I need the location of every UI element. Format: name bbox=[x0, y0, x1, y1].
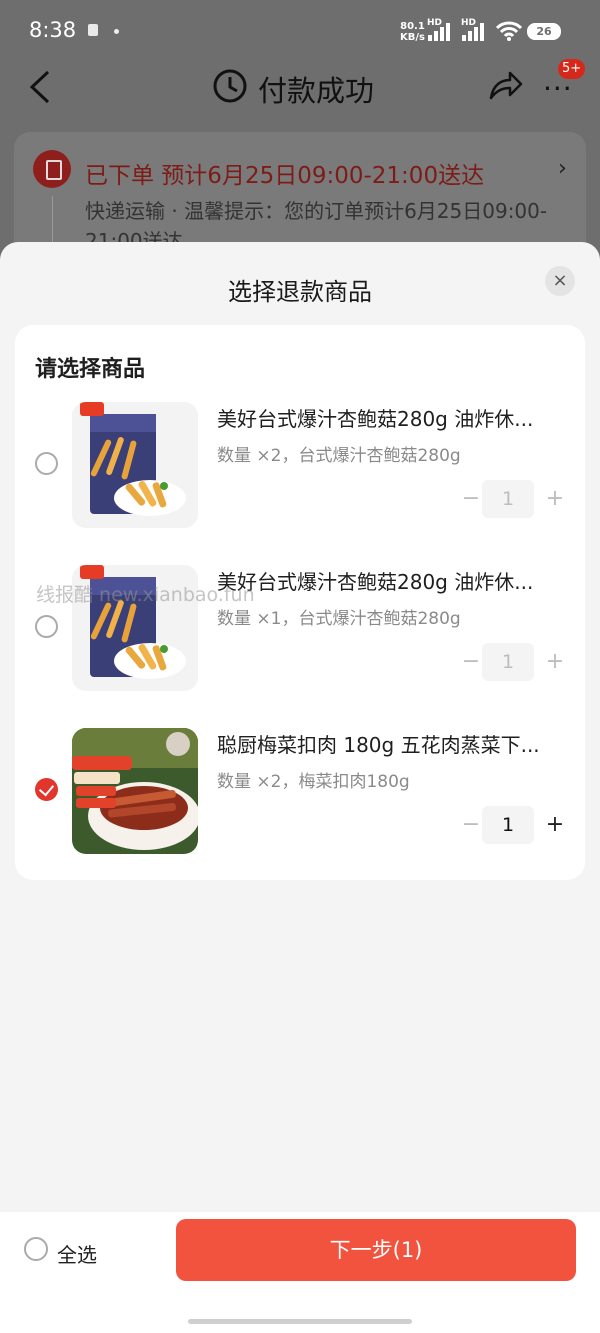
refund-select-sheet: 选择退款商品 × 请选择商品 美好台式爆汁杏鲍菇280g 油炸休... 数量 ×… bbox=[0, 242, 600, 1333]
status-bar: 8:38 80.1 KB/s HD HD 26 bbox=[0, 0, 600, 62]
net-speed-value: 80.1 bbox=[400, 21, 425, 32]
item-title: 美好台式爆汁杏鲍菇280g 油炸休... bbox=[217, 407, 534, 431]
page-title: 付款成功 bbox=[258, 74, 375, 108]
quantity-stepper: − 1 + bbox=[460, 806, 570, 846]
order-status-text: 已下单 预计6月25日09:00-21:00送达 bbox=[85, 163, 485, 189]
increase-button[interactable]: + bbox=[544, 647, 566, 677]
list-heading: 请选择商品 bbox=[35, 357, 146, 382]
watermark-text: 线报酷 new.xianbao.fun bbox=[36, 584, 255, 606]
item-title: 美好台式爆汁杏鲍菇280g 油炸休... bbox=[217, 570, 534, 594]
net-speed-unit: KB/s bbox=[400, 32, 425, 43]
product-thumbnail-pork bbox=[72, 728, 198, 854]
order-doc-icon bbox=[33, 150, 71, 188]
increase-button[interactable]: + bbox=[544, 484, 566, 514]
product-thumbnail-mushroom bbox=[72, 402, 198, 528]
quantity-stepper: − 1 + bbox=[460, 480, 570, 520]
decrease-button[interactable]: − bbox=[460, 810, 482, 840]
clock-icon bbox=[213, 69, 247, 103]
background-page: 8:38 80.1 KB/s HD HD 26 付款成功 ··· 5+ 已下单 … bbox=[0, 0, 600, 272]
item-title: 聪厨梅菜扣肉 180g 五花肉蒸菜下... bbox=[217, 733, 540, 757]
item-spec: 数量 ×1，台式爆汁杏鲍菇280g bbox=[217, 609, 461, 629]
signal-icon bbox=[428, 23, 450, 41]
select-all-label[interactable]: 全选 bbox=[57, 1239, 97, 1268]
notification-icon bbox=[88, 24, 98, 36]
mushroom-package-image bbox=[72, 402, 198, 528]
braised-pork-image bbox=[72, 728, 198, 854]
list-item[interactable]: 美好台式爆汁杏鲍菇280g 油炸休... 数量 ×2，台式爆汁杏鲍菇280g −… bbox=[15, 402, 585, 532]
top-nav: 付款成功 ··· 5+ bbox=[0, 59, 600, 112]
select-all-radio[interactable] bbox=[24, 1237, 48, 1261]
signal-icon-2 bbox=[462, 23, 484, 41]
next-step-button[interactable]: 下一步(1) bbox=[176, 1219, 576, 1281]
wifi-icon bbox=[496, 21, 522, 41]
quantity-stepper: − 1 + bbox=[460, 643, 570, 683]
decrease-button[interactable]: − bbox=[460, 484, 482, 514]
quantity-value[interactable]: 1 bbox=[482, 480, 534, 518]
item-radio[interactable] bbox=[35, 452, 58, 475]
item-radio[interactable] bbox=[35, 615, 58, 638]
chevron-right-icon: › bbox=[558, 156, 567, 181]
decrease-button[interactable]: − bbox=[460, 647, 482, 677]
status-time: 8:38 bbox=[29, 18, 77, 42]
notification-dot-icon bbox=[114, 29, 119, 34]
notification-badge: 5+ bbox=[558, 59, 586, 79]
home-indicator[interactable] bbox=[188, 1319, 412, 1324]
item-spec: 数量 ×2，台式爆汁杏鲍菇280g bbox=[217, 446, 461, 466]
share-icon[interactable] bbox=[488, 69, 524, 101]
more-icon[interactable]: ··· bbox=[543, 75, 573, 103]
sheet-title: 选择退款商品 bbox=[228, 278, 372, 306]
back-icon[interactable] bbox=[28, 70, 52, 104]
battery-indicator: 26 bbox=[527, 23, 561, 40]
close-button[interactable]: × bbox=[545, 266, 575, 296]
bottom-action-bar: 全选 下一步(1) bbox=[0, 1212, 600, 1333]
item-radio-checked[interactable] bbox=[35, 778, 58, 801]
list-item[interactable]: 聪厨梅菜扣肉 180g 五花肉蒸菜下... 数量 ×2，梅菜扣肉180g − 1… bbox=[15, 728, 585, 858]
quantity-value[interactable]: 1 bbox=[482, 643, 534, 681]
quantity-value[interactable]: 1 bbox=[482, 806, 534, 844]
item-spec: 数量 ×2，梅菜扣肉180g bbox=[217, 772, 410, 792]
network-speed: 80.1 KB/s bbox=[400, 21, 425, 43]
increase-button[interactable]: + bbox=[544, 810, 566, 840]
